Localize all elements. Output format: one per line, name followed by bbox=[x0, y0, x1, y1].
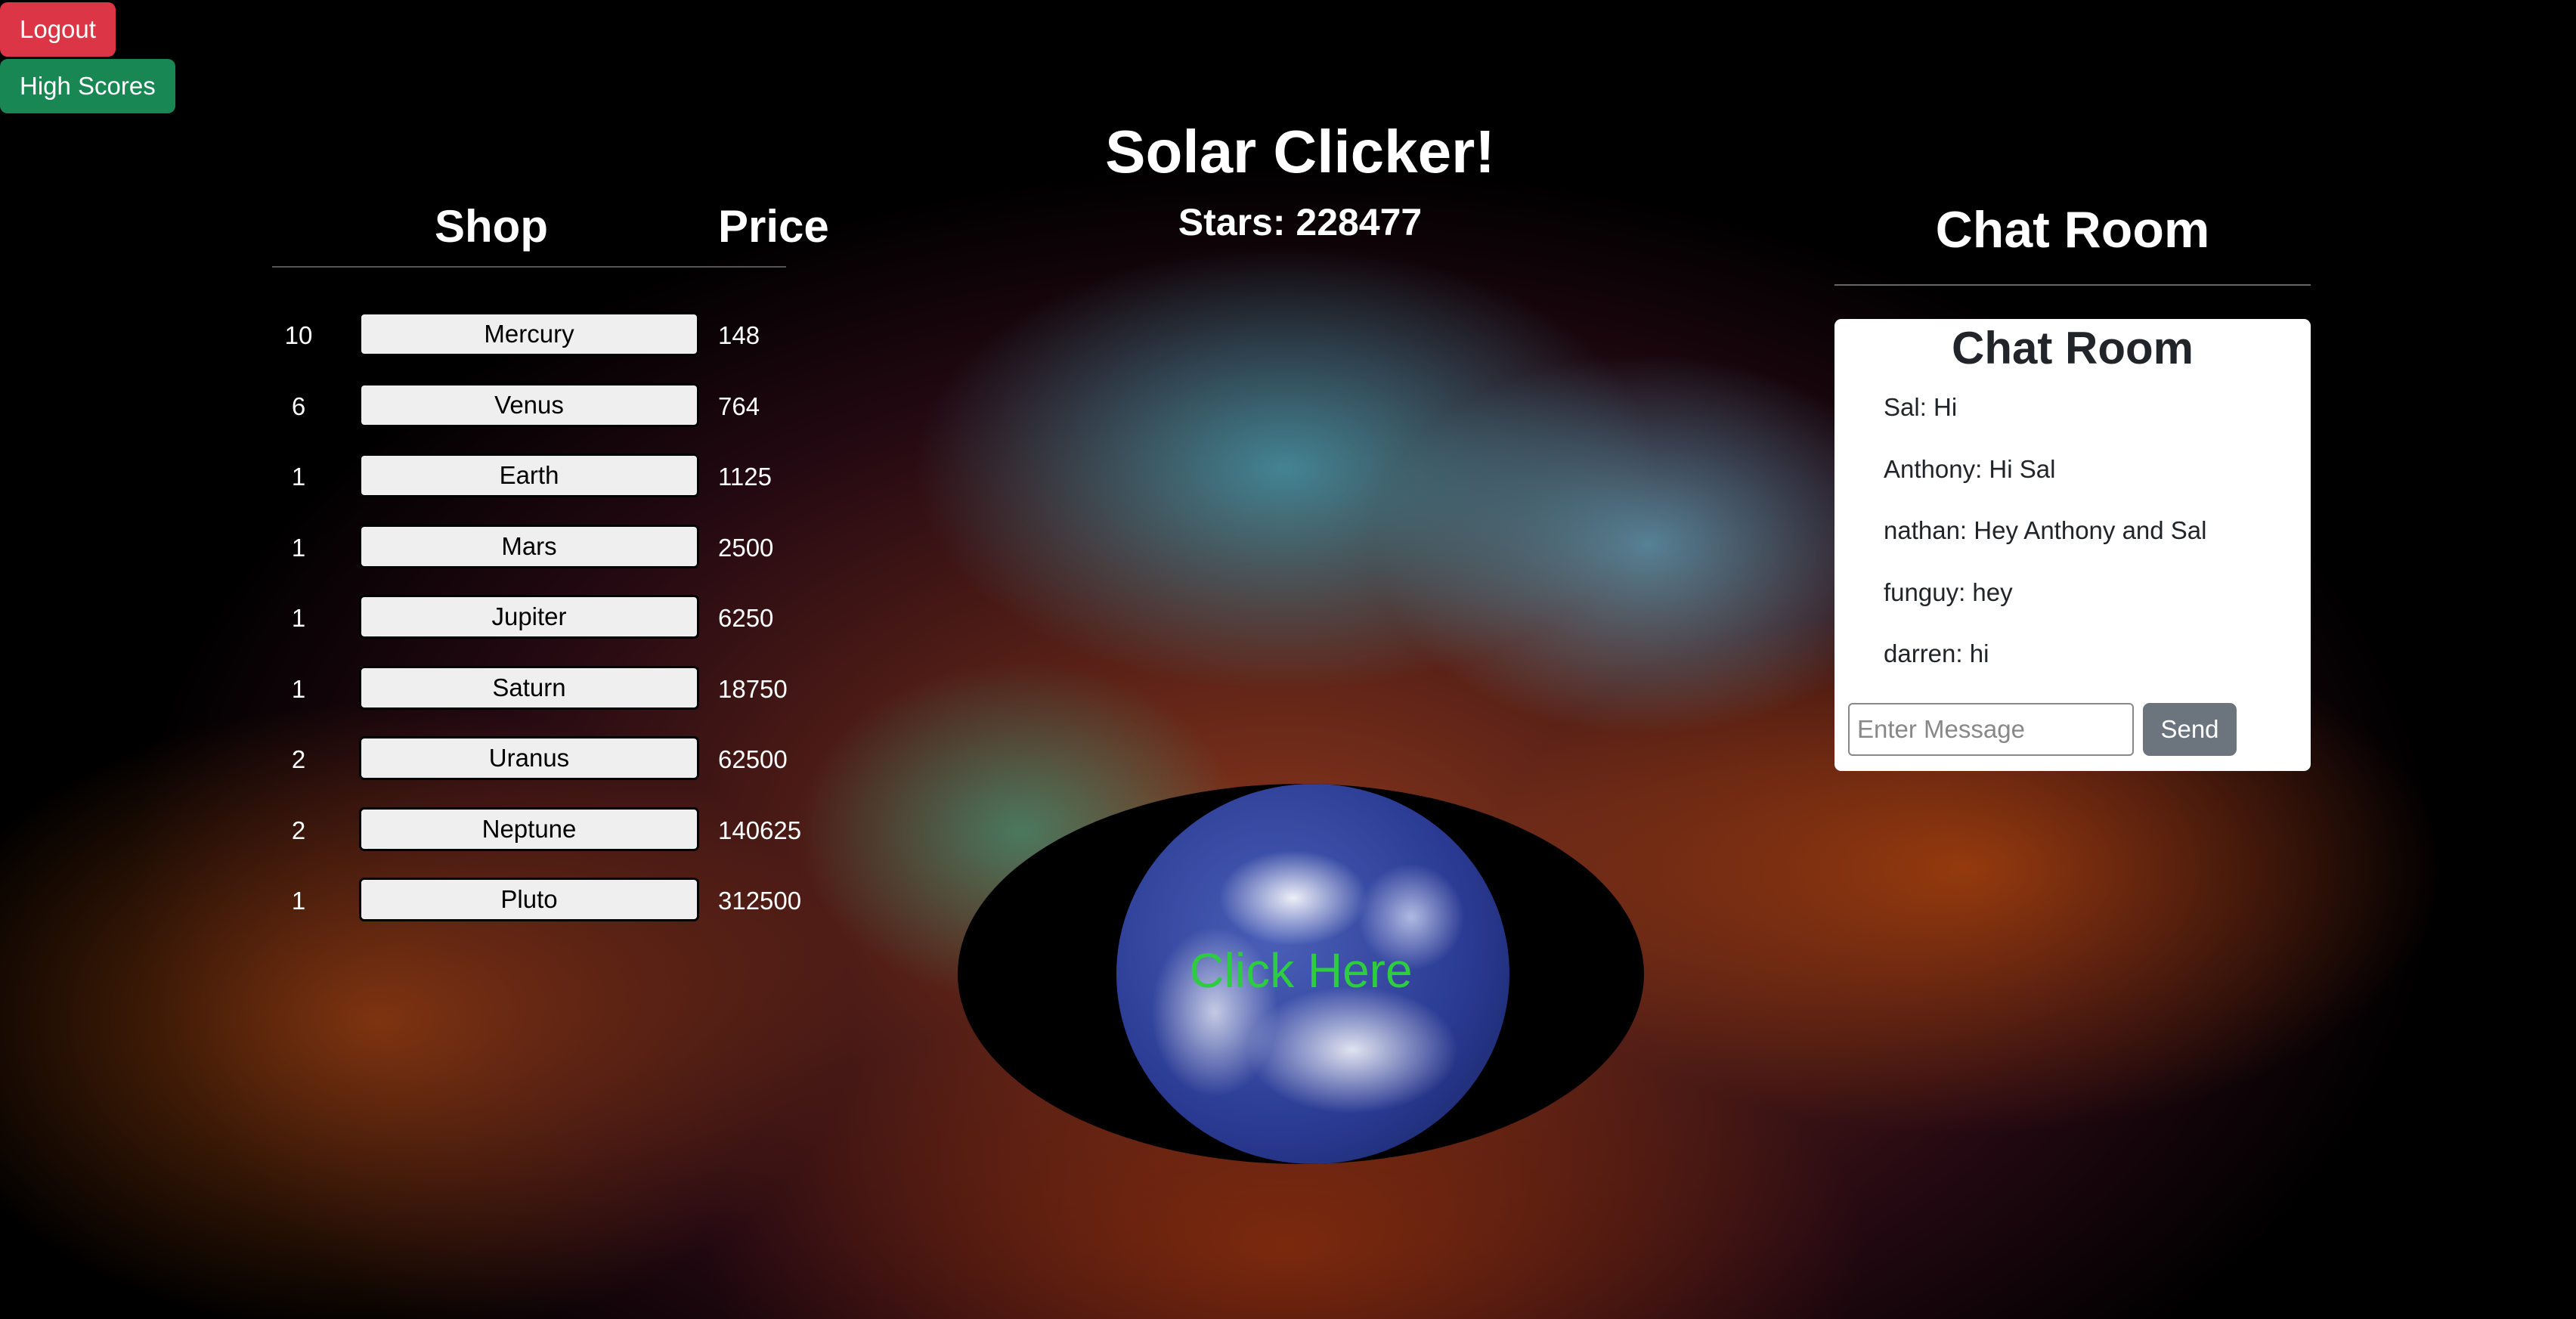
click-planet[interactable]: Click Here bbox=[958, 784, 1644, 1164]
chat-message: Sal: Hi bbox=[1884, 393, 1958, 421]
buy-earth-button[interactable]: Earth bbox=[359, 454, 699, 497]
buy-venus-button[interactable]: Venus bbox=[359, 382, 699, 427]
click-here-label: Click Here bbox=[1189, 943, 1413, 998]
owned-count: 1 bbox=[291, 887, 306, 915]
shop-row-pluto: 1 Pluto 312500 bbox=[272, 878, 892, 949]
high-scores-button[interactable]: High Scores bbox=[0, 59, 175, 113]
owned-count: 1 bbox=[291, 533, 306, 562]
buy-neptune-button[interactable]: Neptune bbox=[359, 807, 699, 851]
buy-saturn-button[interactable]: Saturn bbox=[359, 665, 699, 710]
owned-count: 2 bbox=[291, 745, 306, 773]
item-price: 764 bbox=[718, 392, 760, 420]
buy-uranus-button[interactable]: Uranus bbox=[359, 736, 699, 780]
shop-row-saturn: 1 Saturn 18750 bbox=[272, 665, 892, 737]
chat-divider bbox=[1834, 284, 2311, 286]
buy-mercury-button[interactable]: Mercury bbox=[359, 312, 699, 356]
logout-button[interactable]: Logout bbox=[0, 2, 116, 57]
shop-list: 10 Mercury 148 6 Venus 764 1 Earth 1125 … bbox=[272, 312, 892, 949]
send-button[interactable]: Send bbox=[2143, 703, 2237, 756]
shop-divider bbox=[272, 266, 786, 268]
shop-title: Shop bbox=[435, 201, 548, 252]
shop-row-uranus: 2 Uranus 62500 bbox=[272, 736, 892, 807]
owned-count: 1 bbox=[291, 604, 306, 632]
item-price: 2500 bbox=[718, 533, 774, 562]
message-input[interactable] bbox=[1848, 703, 2134, 756]
shop-row-neptune: 2 Neptune 140625 bbox=[272, 807, 892, 878]
shop-row-venus: 6 Venus 764 bbox=[272, 382, 892, 454]
item-price: 6250 bbox=[718, 604, 774, 632]
chat-room-heading: Chat Room bbox=[1935, 201, 2210, 259]
item-price: 148 bbox=[718, 321, 760, 349]
chat-message: Anthony: Hi Sal bbox=[1884, 454, 2056, 483]
chat-panel: Chat Room Sal: Hi Anthony: Hi Sal nathan… bbox=[1834, 319, 2311, 771]
shop-row-jupiter: 1 Jupiter 6250 bbox=[272, 595, 892, 666]
stars-counter: Stars: 228477 bbox=[1178, 201, 1423, 243]
shop-row-earth: 1 Earth 1125 bbox=[272, 454, 892, 525]
item-price: 62500 bbox=[718, 745, 788, 773]
chat-messages: Sal: Hi Anthony: Hi Sal nathan: Hey Anth… bbox=[1884, 389, 2207, 697]
chat-message: darren: hi bbox=[1884, 639, 1989, 667]
owned-count: 1 bbox=[291, 463, 306, 491]
chat-message: nathan: Hey Anthony and Sal bbox=[1884, 516, 2207, 544]
page-title: Solar Clicker! bbox=[1105, 118, 1495, 185]
price-title: Price bbox=[718, 201, 829, 252]
shop-row-mercury: 10 Mercury 148 bbox=[272, 312, 892, 383]
item-price: 18750 bbox=[718, 674, 788, 703]
item-price: 140625 bbox=[718, 816, 802, 844]
owned-count: 6 bbox=[291, 392, 306, 420]
buy-jupiter-button[interactable]: Jupiter bbox=[359, 595, 699, 639]
shop-row-mars: 1 Mars 2500 bbox=[272, 524, 892, 596]
owned-count: 1 bbox=[291, 674, 306, 703]
chat-message: funguy: hey bbox=[1884, 577, 2013, 606]
chat-panel-title: Chat Room bbox=[1952, 323, 2194, 373]
owned-count: 10 bbox=[284, 321, 313, 349]
owned-count: 2 bbox=[291, 816, 306, 844]
buy-mars-button[interactable]: Mars bbox=[359, 524, 699, 568]
buy-pluto-button[interactable]: Pluto bbox=[359, 878, 699, 921]
item-price: 1125 bbox=[718, 463, 772, 491]
item-price: 312500 bbox=[718, 887, 802, 915]
